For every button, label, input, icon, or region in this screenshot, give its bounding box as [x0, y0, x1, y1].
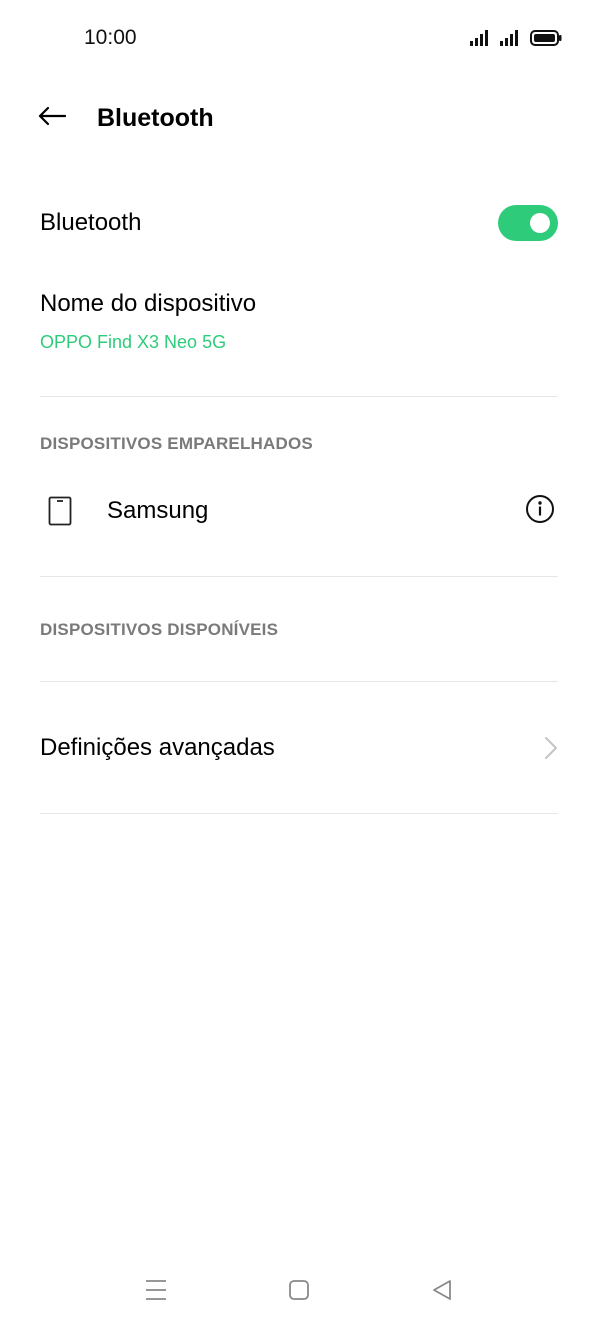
device-name-row[interactable]: Nome do dispositivo OPPO Find X3 Neo 5G — [40, 280, 558, 380]
back-button[interactable] — [30, 96, 74, 140]
paired-devices-header: DISPOSITIVOS EMPARELHADOS — [40, 434, 313, 453]
bluetooth-label: Bluetooth — [40, 209, 142, 236]
device-name-label: Nome do dispositivo — [40, 290, 257, 317]
toggle-knob — [530, 213, 550, 233]
back-triangle-icon — [431, 1279, 453, 1306]
status-time: 10:00 — [84, 26, 137, 49]
available-devices-header: DISPOSITIVOS DISPONÍVEIS — [40, 620, 279, 639]
signal-icon — [470, 30, 492, 46]
bluetooth-toggle[interactable] — [498, 205, 558, 241]
signal-icon — [500, 30, 522, 46]
chevron-right-icon — [544, 736, 558, 760]
home-button[interactable] — [279, 1272, 319, 1312]
divider — [40, 576, 558, 577]
home-icon — [288, 1279, 310, 1306]
info-icon — [525, 494, 555, 529]
page-title: Bluetooth — [97, 104, 214, 132]
arrow-left-icon — [38, 106, 67, 131]
phone-icon — [48, 496, 72, 526]
status-icons — [470, 26, 562, 50]
divider — [40, 813, 558, 814]
status-bar: 10:00 — [0, 0, 598, 76]
menu-button[interactable] — [136, 1272, 176, 1312]
app-header: Bluetooth — [0, 90, 598, 146]
bluetooth-toggle-row[interactable]: Bluetooth — [40, 196, 558, 252]
device-name-value: OPPO Find X3 Neo 5G — [40, 332, 227, 352]
advanced-settings-row[interactable]: Definições avançadas — [40, 715, 558, 781]
device-info-button[interactable] — [522, 493, 558, 529]
advanced-settings-label: Definições avançadas — [40, 734, 275, 761]
nav-back-button[interactable] — [422, 1272, 462, 1312]
divider — [40, 396, 558, 397]
paired-device-item[interactable]: Samsung — [40, 478, 558, 544]
battery-icon — [530, 30, 562, 46]
navigation-bar — [0, 1262, 598, 1322]
menu-icon — [144, 1279, 168, 1306]
divider — [40, 681, 558, 682]
paired-device-name: Samsung — [107, 497, 209, 524]
